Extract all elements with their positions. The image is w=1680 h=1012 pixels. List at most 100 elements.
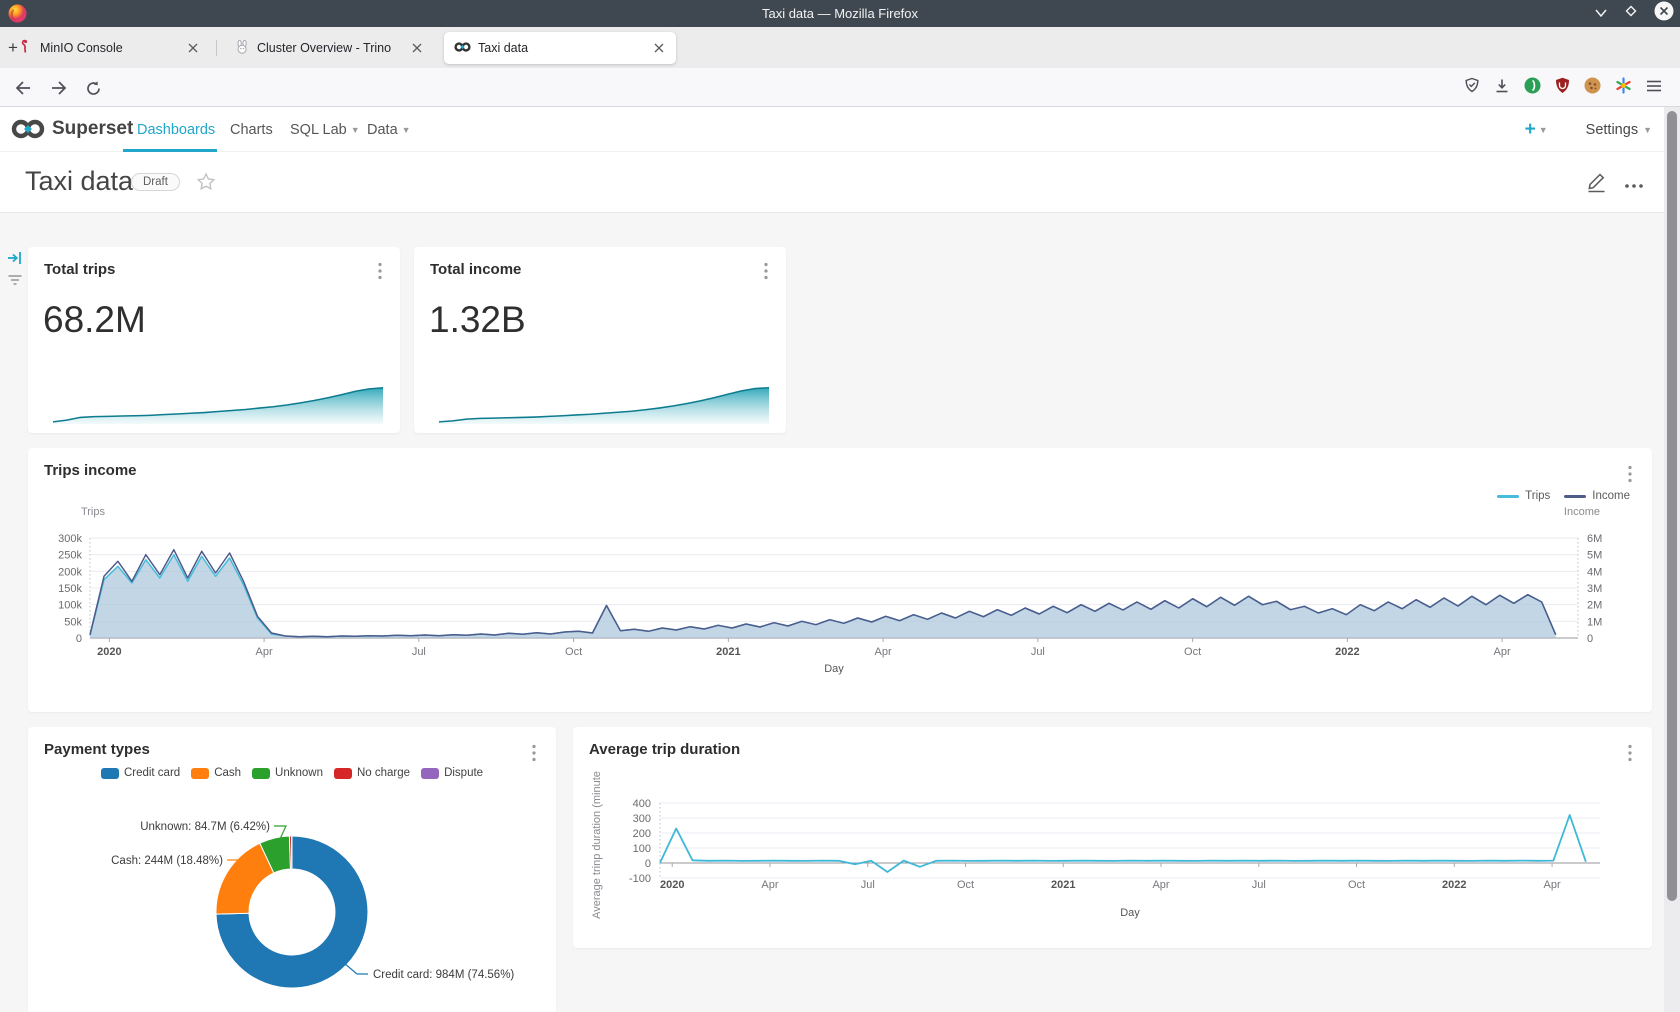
svg-text:4M: 4M — [1587, 566, 1602, 578]
payment-types-donut: Unknown: 84.7M (6.42%) Cash: 244M (18.48%… — [28, 727, 556, 1012]
svg-text:Cash: 244M (18.48%): Cash: 244M (18.48%) — [111, 855, 223, 867]
svg-text:Trips: Trips — [81, 506, 106, 518]
page-title: Taxi data — [25, 166, 133, 197]
svg-text:5M: 5M — [1587, 550, 1602, 562]
svg-text:Day: Day — [1120, 907, 1140, 919]
svg-text:Unknown: 84.7M (6.42%): Unknown: 84.7M (6.42%) — [140, 821, 270, 833]
superset-logo[interactable]: Superset — [10, 116, 133, 142]
svg-text:Income: Income — [1564, 506, 1600, 518]
avg-trip-duration-chart: 4003002001000-100Average trinp duration … — [573, 727, 1652, 948]
add-new-button[interactable]: +▼ — [1525, 119, 1548, 141]
big-number-value: 68.2M — [43, 299, 146, 341]
svg-text:Jul: Jul — [861, 879, 875, 891]
nav-data[interactable]: Data▼ — [367, 107, 411, 152]
nav-dashboards[interactable]: Dashboards — [137, 107, 215, 152]
ublock-shield-icon[interactable] — [1555, 77, 1570, 99]
svg-text:2021: 2021 — [1051, 879, 1075, 891]
svg-text:300: 300 — [633, 813, 651, 825]
svg-text:0: 0 — [76, 633, 82, 645]
tab-close-icon[interactable] — [650, 39, 668, 57]
favorite-star-icon[interactable] — [196, 172, 216, 197]
maximize-icon[interactable] — [1624, 4, 1638, 23]
tab-taxi-data[interactable]: Taxi data — [444, 32, 676, 64]
tab-separator — [216, 40, 217, 56]
edit-dashboard-icon[interactable] — [1585, 170, 1608, 199]
tab-trino[interactable]: Cluster Overview - Trino — [224, 32, 434, 64]
filter-icon[interactable] — [7, 273, 25, 291]
card-title: Total trips — [44, 261, 115, 278]
tab-close-icon[interactable] — [408, 39, 426, 57]
draft-badge: Draft — [131, 173, 180, 191]
more-actions-icon[interactable] — [1624, 176, 1644, 194]
expand-filter-bar-icon[interactable] — [7, 250, 25, 268]
tab-strip: MinIO Console Cluster Overview - Trino T… — [0, 27, 1680, 68]
kebab-menu-icon[interactable] — [372, 261, 388, 281]
brand-name: Superset — [52, 118, 133, 140]
svg-text:2022: 2022 — [1442, 879, 1466, 891]
svg-text:2M: 2M — [1587, 600, 1602, 612]
scrollbar-thumb[interactable] — [1667, 111, 1677, 901]
pocket-shield-icon[interactable] — [1464, 77, 1480, 99]
svg-text:Apr: Apr — [256, 646, 273, 658]
browser-window: Taxi data — Mozilla Firefox MinIO Consol… — [0, 0, 1680, 1012]
svg-text:Apr: Apr — [1152, 879, 1169, 891]
svg-text:6M: 6M — [1587, 533, 1602, 545]
svg-text:2020: 2020 — [97, 646, 121, 658]
svg-text:Apr: Apr — [1543, 879, 1560, 891]
back-icon[interactable] — [10, 75, 36, 101]
extension-green-icon[interactable] — [1524, 77, 1541, 99]
trino-favicon — [234, 39, 250, 58]
superset-navbar: Superset Dashboards Charts SQL Lab▼ Data… — [0, 107, 1680, 152]
big-number-value: 1.32B — [429, 299, 526, 341]
menu-hamburger-icon[interactable] — [1646, 79, 1662, 98]
forward-icon[interactable] — [46, 75, 72, 101]
trips-income-card: Trips income TripsIncome 300k6M250k5M200… — [28, 448, 1652, 712]
trips-income-chart: 300k6M250k5M200k4M150k3M100k2M50k1M00Tri… — [28, 448, 1652, 712]
dashboard-header: Taxi data Draft — [0, 152, 1680, 213]
svg-text:400: 400 — [633, 798, 651, 810]
nav-sql-lab[interactable]: SQL Lab▼ — [290, 107, 360, 152]
minimize-icon[interactable] — [1594, 5, 1608, 23]
svg-text:2021: 2021 — [716, 646, 740, 658]
reload-icon[interactable] — [80, 75, 106, 101]
window-titlebar: Taxi data — Mozilla Firefox — [0, 0, 1680, 27]
superset-infinity-icon — [10, 116, 46, 142]
svg-text:300k: 300k — [58, 533, 82, 545]
svg-text:Apr: Apr — [1494, 646, 1511, 658]
card-title: Total income — [430, 261, 521, 278]
caret-down-icon: ▼ — [1643, 125, 1652, 135]
svg-text:0: 0 — [1587, 633, 1593, 645]
settings-menu[interactable]: Settings▼ — [1586, 122, 1652, 138]
svg-text:Oct: Oct — [1184, 646, 1201, 658]
new-tab-button[interactable]: + — [0, 35, 26, 61]
cookie-icon[interactable] — [1584, 77, 1601, 99]
svg-text:2020: 2020 — [660, 879, 684, 891]
svg-text:150k: 150k — [58, 583, 82, 595]
tab-label: Taxi data — [478, 41, 640, 55]
svg-text:200k: 200k — [58, 566, 82, 578]
trend-sparkline — [436, 383, 772, 427]
downloads-icon[interactable] — [1494, 78, 1510, 99]
tab-minio-console[interactable]: MinIO Console — [8, 32, 210, 64]
svg-text:Oct: Oct — [957, 879, 974, 891]
nav-charts[interactable]: Charts — [230, 107, 273, 152]
caret-down-icon: ▼ — [351, 125, 360, 135]
superset-favicon — [454, 39, 471, 58]
avg-trip-duration-card: Average trip duration 4003002001000-100A… — [573, 727, 1652, 948]
svg-text:200: 200 — [633, 828, 651, 840]
svg-text:-100: -100 — [629, 873, 651, 885]
scrollbar[interactable] — [1664, 107, 1680, 1012]
caret-down-icon: ▼ — [1539, 125, 1548, 135]
kebab-menu-icon[interactable] — [758, 261, 774, 281]
svg-text:Jul: Jul — [1031, 646, 1045, 658]
trend-sparkline — [50, 383, 386, 427]
close-icon[interactable] — [1654, 1, 1674, 26]
svg-text:1M: 1M — [1587, 616, 1602, 628]
svg-text:2022: 2022 — [1335, 646, 1359, 658]
svg-text:Average trinp duration (minute: Average trinp duration (minute — [591, 771, 603, 919]
tab-close-icon[interactable] — [184, 39, 202, 57]
extension-colorful-icon[interactable] — [1615, 77, 1632, 99]
svg-text:Oct: Oct — [565, 646, 582, 658]
svg-text:3M: 3M — [1587, 583, 1602, 595]
svg-text:50k: 50k — [64, 616, 82, 628]
